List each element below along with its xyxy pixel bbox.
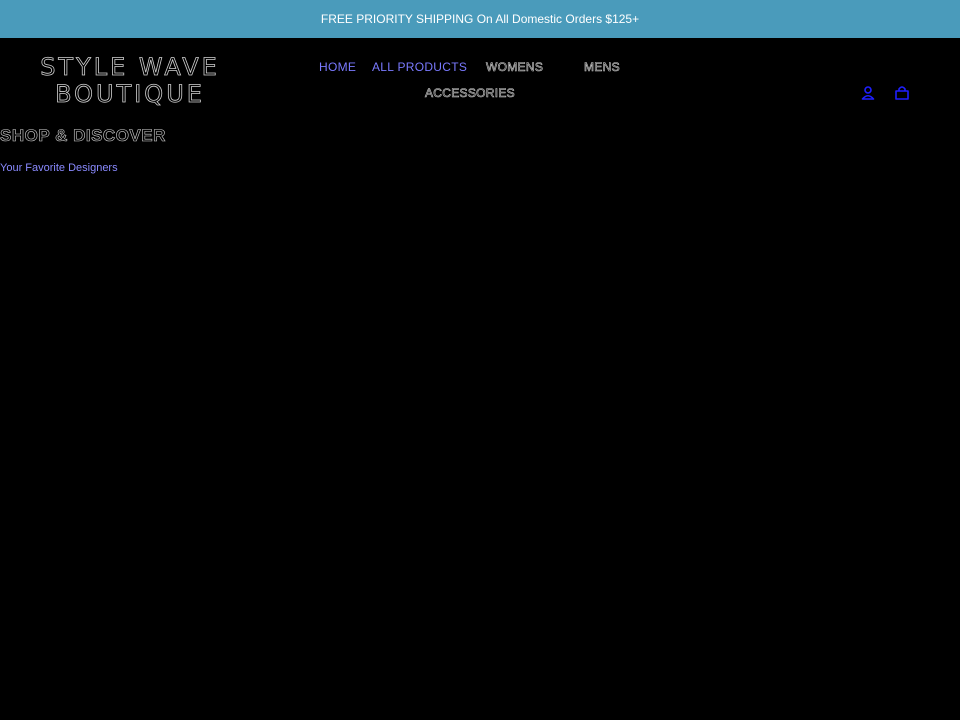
nav-item-home[interactable]: HOME — [319, 60, 356, 74]
announcement-text: FREE PRIORITY SHIPPING On All Domestic O… — [320, 12, 640, 26]
store-logo[interactable]: STYLE WAVE BOUTIQUE — [30, 53, 230, 108]
site-header: STYLE WAVE BOUTIQUE HOME ALL PRODUCTS WO… — [0, 38, 960, 128]
nav-item-accessories[interactable]: ACCESSORIES — [425, 86, 515, 101]
nav-item-all-products[interactable]: ALL PRODUCTS — [372, 60, 467, 74]
user-icon[interactable] — [858, 83, 878, 103]
logo-line-2: BOUTIQUE — [55, 80, 205, 108]
nav-item-mens[interactable]: MENS — [584, 60, 620, 75]
cart-icon[interactable] — [892, 83, 912, 103]
announcement-bar: FREE PRIORITY SHIPPING On All Domestic O… — [0, 0, 960, 38]
nav-item-womens[interactable]: WOMENS — [486, 60, 543, 75]
hero-subtitle: Your Favorite Designers — [0, 162, 118, 174]
hero-title: SHOP & DISCOVER — [0, 126, 166, 146]
logo-line-1: STYLE WAVE — [40, 53, 220, 81]
